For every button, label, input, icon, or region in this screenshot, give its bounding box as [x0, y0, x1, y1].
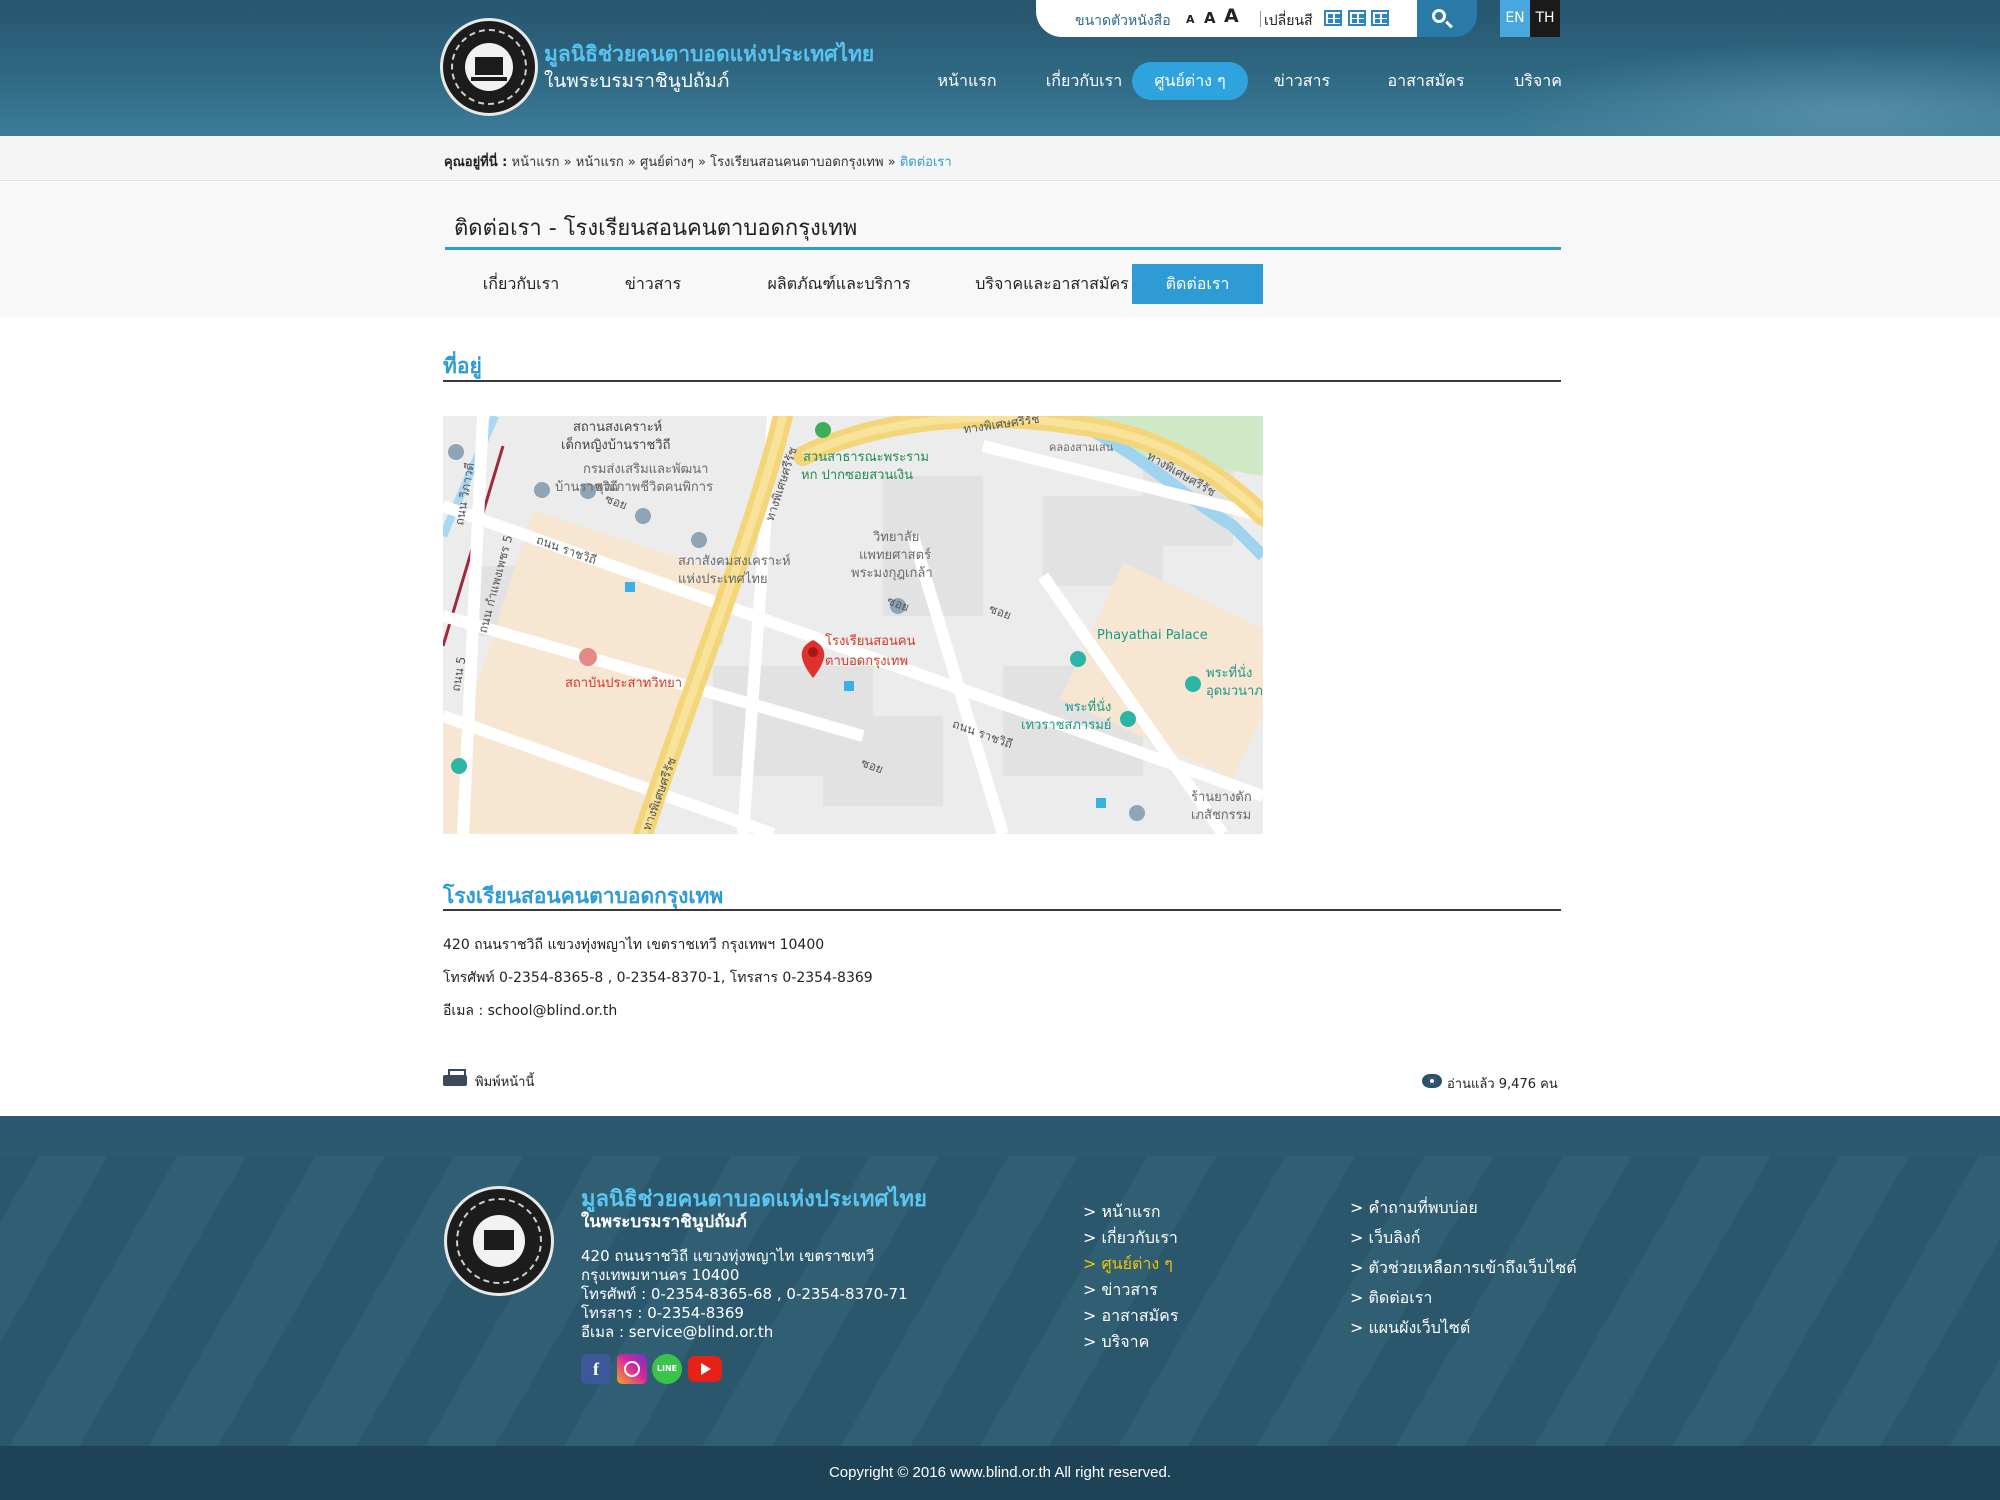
subnav-contact[interactable]: ติดต่อเรา	[1132, 264, 1263, 304]
map-label-throne: พระที่นั่ง	[1065, 700, 1112, 715]
nav-home[interactable]: หน้าแรก	[926, 62, 1008, 100]
contact-phone: โทรศัพท์ 0-2354-8365-8 , 0-2354-8370-1, …	[443, 970, 873, 986]
breadcrumb-separator: »	[697, 155, 706, 170]
footer-link-accessibility[interactable]: > ตัวช่วยเหลือการเข้าถึงเว็บไซต์	[1350, 1256, 1577, 1281]
footer-link-donate[interactable]: > บริจาค	[1083, 1330, 1149, 1355]
contact-email[interactable]: อีเมล : school@blind.or.th	[443, 1000, 617, 1022]
font-size-medium-button[interactable]: A	[1204, 9, 1216, 27]
print-page-link[interactable]: พิมพ์หน้านี้	[475, 1071, 534, 1092]
map-label-school[interactable]: โรงเรียนสอนคน	[825, 634, 915, 650]
footer-email[interactable]: อีเมล : service@blind.or.th	[581, 1320, 773, 1344]
footer-link-weblinks[interactable]: > เว็บลิงก์	[1350, 1226, 1420, 1251]
address-heading-rule	[443, 380, 1561, 382]
footer-link-sitemap[interactable]: > แผนผังเว็บไซต์	[1350, 1316, 1470, 1341]
nav-about[interactable]: เกี่ยวกับเรา	[1038, 62, 1130, 100]
color-scheme-label: เปลี่ยนสี	[1264, 13, 1313, 29]
font-size-large-button[interactable]: A	[1224, 5, 1239, 27]
youtube-icon[interactable]	[688, 1356, 722, 1382]
printer-icon[interactable]	[443, 1069, 467, 1089]
site-footer: มูลนิธิช่วยคนตาบอดแห่งประเทศไทย ในพระบรม…	[0, 1116, 2000, 1446]
nav-centers[interactable]: ศูนย์ต่าง ๆ	[1132, 62, 1248, 100]
facebook-icon[interactable]: f	[581, 1354, 611, 1384]
toolbar-divider	[1260, 11, 1261, 27]
map-label-park: สวนสาธารณะพระราม	[803, 450, 930, 465]
breadcrumb-separator: »	[887, 155, 896, 170]
font-size-small-button[interactable]: A	[1186, 13, 1195, 26]
footer-link-centers[interactable]: > ศูนย์ต่าง ๆ	[1083, 1252, 1173, 1277]
breadcrumb-current: ติดต่อเรา	[899, 155, 952, 170]
breadcrumb-link-home-2[interactable]: หน้าแรก	[576, 155, 624, 170]
breadcrumb-separator: »	[563, 155, 572, 170]
map-label-throne-2: เทวราชสภารมย์	[1021, 718, 1112, 733]
map-label-shelter-2: เด็กหญิงบ้านราชวิถี	[561, 438, 671, 453]
contact-address: 420 ถนนราชวิถี แขวงทุ่งพญาไท เขตราชเทวี …	[443, 937, 825, 953]
view-count: อ่านแล้ว 9,476 คน	[1447, 1077, 1558, 1092]
search-icon	[1432, 9, 1446, 23]
footer-link-home[interactable]: > หน้าแรก	[1083, 1200, 1161, 1225]
map-label-college-2: แพทยศาสตร์	[859, 548, 932, 563]
footer-link-volunteer[interactable]: > อาสาสมัคร	[1083, 1304, 1178, 1329]
footer-link-contact[interactable]: > ติดต่อเรา	[1350, 1286, 1432, 1311]
map-label-college-3: พระมงกุฎเกล้า	[851, 566, 933, 581]
color-scheme-1-icon[interactable]	[1324, 10, 1342, 26]
map-label-canal: คลองสามเสน	[1049, 441, 1114, 454]
map-label-hospital: สถาบันประสาทวิทยา	[565, 676, 683, 691]
map-label-school-2[interactable]: ตาบอดกรุงเทพ	[825, 654, 908, 670]
map-label-college: วิทยาลัย	[873, 530, 920, 545]
map-label-council-2: แห่งประเทศไทย	[678, 572, 768, 587]
search-button[interactable]	[1417, 0, 1477, 37]
footer-link-news[interactable]: > ข่าวสาร	[1083, 1278, 1158, 1303]
contact-heading-rule	[443, 909, 1561, 911]
breadcrumb-link-school[interactable]: โรงเรียนสอนคนตาบอดกรุงเทพ	[710, 155, 883, 170]
color-scheme-2-icon[interactable]	[1348, 10, 1366, 26]
map-label-shop-2: เภสัชกรรม	[1191, 808, 1252, 823]
breadcrumb-label: คุณอยู่ที่นี่ :	[444, 155, 508, 170]
line-icon[interactable]: LINE	[652, 1354, 682, 1384]
footer-logo[interactable]	[444, 1186, 554, 1296]
breadcrumb-link-centers[interactable]: ศูนย์ต่างๆ	[640, 155, 694, 170]
map-label-palace: Phayathai Palace	[1097, 628, 1208, 643]
subnav-news[interactable]: ข่าวสาร	[612, 264, 694, 304]
copyright-bar: Copyright © 2016 www.blind.or.th All rig…	[0, 1446, 2000, 1500]
subnav-products[interactable]: ผลิตภัณฑ์และบริการ	[742, 264, 936, 304]
copyright-text: Copyright © 2016 www.blind.or.th All rig…	[828, 1464, 1172, 1481]
footer-link-faq[interactable]: > คำถามที่พบบ่อย	[1350, 1196, 1478, 1221]
breadcrumb: คุณอยู่ที่นี่ : หน้าแรก » หน้าแรก » ศูนย…	[0, 136, 2000, 181]
nav-donate[interactable]: บริจาค	[1500, 62, 1576, 100]
map-label-park-2: หก ปากซอยสวนเงิน	[801, 468, 914, 483]
footer-logo-emblem	[473, 1215, 525, 1267]
page-title-area: ติดต่อเรา - โรงเรียนสอนคนตาบอดกรุงเทพ เก…	[0, 182, 2000, 317]
map-label-shelter: สถานสงเคราะห์	[573, 420, 663, 435]
subnav-donate-volunteer[interactable]: บริจาคและอาสาสมัคร	[952, 264, 1152, 304]
map-label-dept: กรมส่งเสริมและพัฒนา	[583, 462, 709, 477]
color-scheme-3-icon[interactable]	[1371, 10, 1389, 26]
breadcrumb-separator: »	[627, 155, 636, 170]
map-label-throne-right-2: อุดมวนาภ	[1206, 684, 1263, 699]
map-label-throne-right: พระที่นั่ง	[1206, 666, 1253, 681]
footer-background-pattern	[0, 1156, 2000, 1446]
breadcrumb-link-home[interactable]: หน้าแรก	[512, 155, 560, 170]
nav-news[interactable]: ข่าวสาร	[1262, 62, 1342, 100]
subnav-about[interactable]: เกี่ยวกับเรา	[466, 264, 576, 304]
instagram-icon[interactable]	[617, 1354, 647, 1384]
address-heading: ที่อยู่	[443, 354, 482, 378]
breadcrumb-trail: คุณอยู่ที่นี่ : หน้าแรก » หน้าแรก » ศูนย…	[444, 151, 952, 172]
accessibility-toolbar: ขนาดตัวหนังสือ A A A เปลี่ยนสี	[1036, 0, 1418, 37]
eye-icon	[1422, 1074, 1442, 1088]
page-title: ติดต่อเรา - โรงเรียนสอนคนตาบอดกรุงเทพ	[454, 216, 858, 241]
footer-org-name-line2: ในพระบรมราชินูปถัมภ์	[581, 1212, 747, 1232]
location-map[interactable]: สถานสงเคราะห์ เด็กหญิงบ้านราชวิถี กรมส่ง…	[443, 416, 1263, 834]
title-underline	[445, 247, 1561, 250]
font-size-label: ขนาดตัวหนังสือ	[1075, 13, 1171, 29]
lang-en-button[interactable]: EN	[1500, 0, 1530, 37]
map-label-council: สภาสังคมสงเคราะห์	[678, 554, 791, 569]
main-nav: หน้าแรก เกี่ยวกับเรา ศูนย์ต่าง ๆ ข่าวสาร…	[0, 62, 2000, 102]
lang-th-button[interactable]: TH	[1530, 0, 1560, 37]
footer-link-about[interactable]: > เกี่ยวกับเรา	[1083, 1226, 1178, 1251]
site-header: มูลนิธิช่วยคนตาบอดแห่งประเทศไทย ในพระบรม…	[0, 0, 2000, 136]
map-label-shop: ร้านยางดัก	[1191, 790, 1252, 805]
nav-volunteer[interactable]: อาสาสมัคร	[1378, 62, 1474, 100]
